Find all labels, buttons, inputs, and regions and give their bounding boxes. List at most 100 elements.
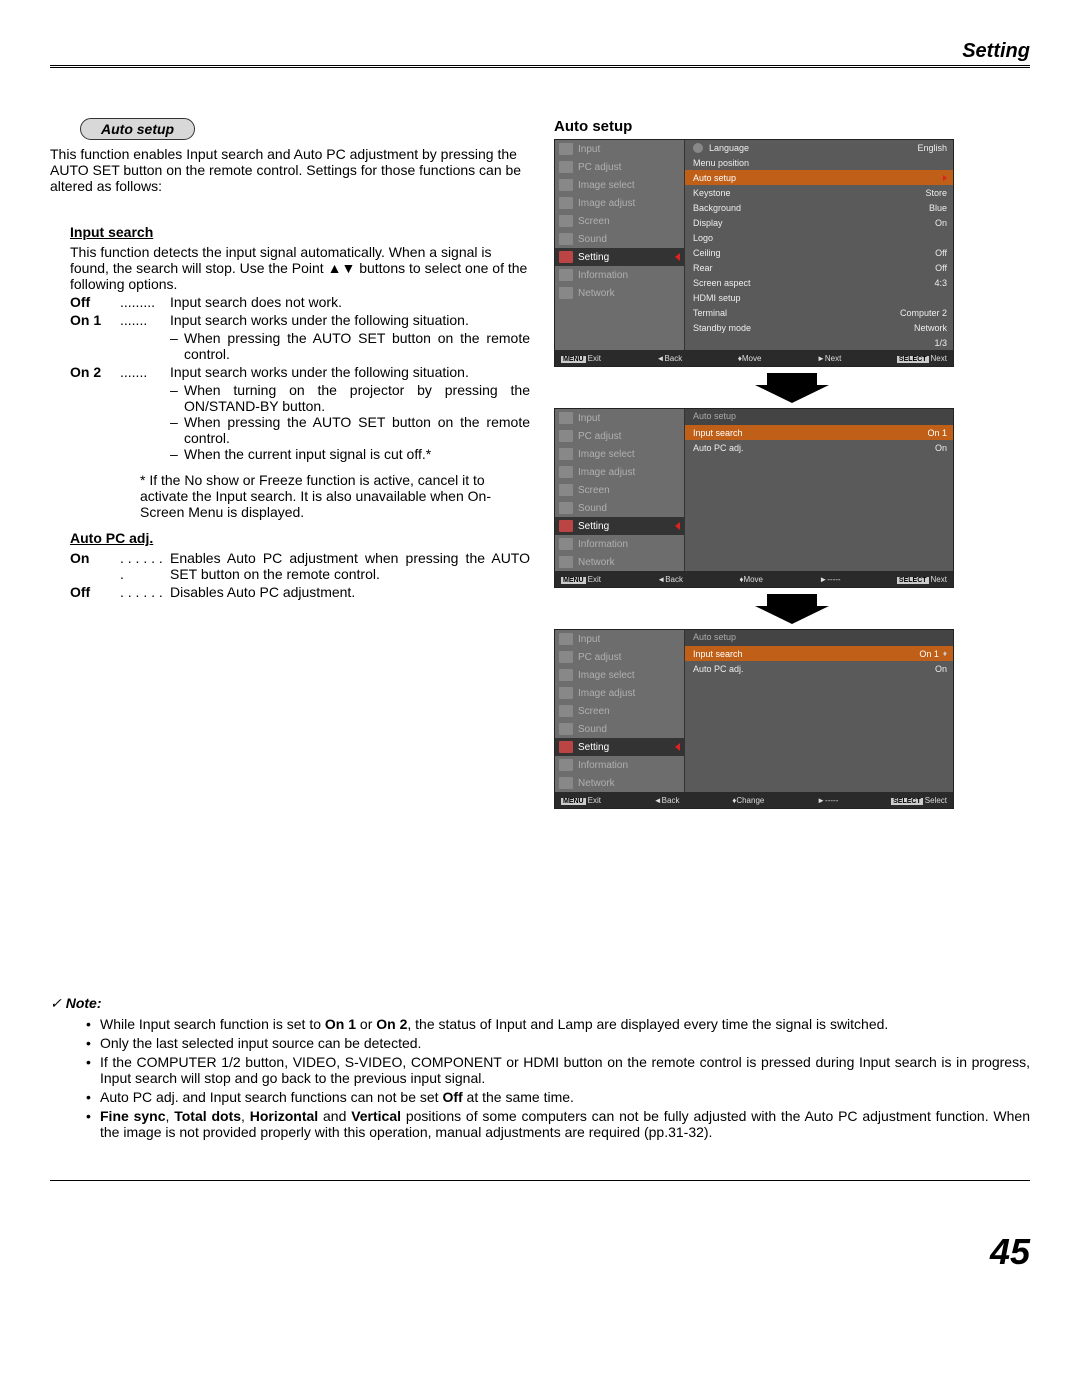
page-header: Setting — [50, 40, 1030, 68]
detail-row[interactable]: TerminalComputer 2 — [685, 305, 953, 320]
osd-footer: MENUExit ◄Back ♦Move ►----- SELECTNext — [555, 571, 953, 587]
menu-item[interactable]: Information — [555, 535, 684, 553]
menu-item[interactable]: Screen — [555, 212, 684, 230]
opt-dots: . . . . . . . — [120, 550, 170, 582]
menu-item[interactable]: Image select — [555, 666, 684, 684]
note-item: •Only the last selected input source can… — [86, 1035, 1030, 1051]
menu-item-icon — [559, 633, 573, 645]
menu-item[interactable]: Information — [555, 266, 684, 284]
menu-item-icon — [559, 430, 573, 442]
detail-row[interactable]: LanguageEnglish — [685, 140, 953, 155]
menu-item-label: Sound — [578, 724, 680, 735]
note-head-text: Note: — [66, 995, 102, 1011]
menu-item[interactable]: Setting — [555, 738, 684, 756]
opt-val: Enables Auto PC adjustment when pressing… — [170, 550, 530, 582]
menu-item[interactable]: Sound — [555, 720, 684, 738]
menu-item-label: Image adjust — [578, 467, 680, 478]
menu-item[interactable]: Input — [555, 409, 684, 427]
detail-value: On — [935, 664, 947, 674]
opt-dots: ....... — [120, 312, 170, 328]
right-heading: Auto setup — [554, 118, 1030, 135]
footer-back: Back — [662, 796, 680, 805]
menu-item[interactable]: Network — [555, 284, 684, 302]
menu-item[interactable]: Input — [555, 630, 684, 648]
menu-item[interactable]: Information — [555, 756, 684, 774]
menu-item-icon — [559, 287, 573, 299]
detail-label: Terminal — [693, 308, 894, 318]
menu-item[interactable]: Image adjust — [555, 463, 684, 481]
detail-row[interactable]: Rear Off — [685, 260, 953, 275]
menu-item-label: Setting — [578, 521, 675, 532]
opt-dots: . . . . . . — [120, 584, 170, 600]
menu-item-icon — [559, 448, 573, 460]
detail-label: Auto setup — [693, 173, 931, 183]
detail-row[interactable]: KeystoneStore — [685, 185, 953, 200]
menu-item[interactable]: Sound — [555, 499, 684, 517]
menu-item[interactable]: Image adjust — [555, 684, 684, 702]
detail-label: Rear — [693, 263, 929, 273]
menu-item[interactable]: Screen — [555, 702, 684, 720]
menu-item[interactable]: Image adjust — [555, 194, 684, 212]
detail-row[interactable]: Logo — [685, 230, 953, 245]
menu-item[interactable]: Setting — [555, 517, 684, 535]
globe-icon — [693, 143, 703, 153]
menu-item-icon — [559, 723, 573, 735]
osd-screenshot-1: InputPC adjustImage select Image adjust Sc… — [554, 139, 954, 367]
detail-label: Menu position — [693, 158, 941, 168]
detail-row[interactable]: BackgroundBlue — [685, 200, 953, 215]
menu-item-icon — [559, 759, 573, 771]
detail-row[interactable]: Input searchOn 1♦ — [685, 646, 953, 661]
detail-row[interactable]: 1/3 — [685, 335, 953, 350]
menu-item[interactable]: Network — [555, 774, 684, 792]
detail-row[interactable]: CeilingOff — [685, 245, 953, 260]
dash-icon: – — [170, 414, 184, 446]
menu-item-label: Information — [578, 539, 680, 550]
menu-item-label: Network — [578, 778, 680, 789]
menu-item-label: Sound — [578, 503, 680, 514]
detail-row[interactable]: Auto setup — [685, 170, 953, 185]
footer-back: Back — [665, 575, 683, 584]
menu-item-label: Image adjust — [578, 198, 680, 209]
menu-item-icon — [559, 143, 573, 155]
detail-row[interactable]: HDMI setup — [685, 290, 953, 305]
detail-value: 4:3 — [934, 278, 947, 288]
right-column: Auto setup InputPC adjustImage selectIma… — [554, 118, 1030, 815]
osd-footer: MENUExit ◄Back ♦Move ►Next SELECTNext — [555, 350, 953, 366]
menu-item-icon — [559, 669, 573, 681]
detail-row[interactable]: Auto PC adj.On — [685, 661, 953, 676]
bullet-icon: • — [86, 1089, 100, 1105]
menu-item[interactable]: PC adjust — [555, 648, 684, 666]
left-column: Auto setup This function enables Input s… — [50, 118, 530, 815]
note-item: •Fine sync, Total dots, Horizontal and V… — [86, 1108, 1030, 1140]
detail-value: Blue — [929, 203, 947, 213]
detail-row[interactable]: Input searchOn 1 — [685, 425, 953, 440]
detail-label: Keystone — [693, 188, 919, 198]
menu-item-icon — [559, 179, 573, 191]
detail-row[interactable]: DisplayOn — [685, 215, 953, 230]
opt-key: Off — [70, 584, 120, 600]
menu-item-label: Information — [578, 270, 680, 281]
menu-item[interactable]: PC adjust — [555, 158, 684, 176]
menu-item[interactable]: Network — [555, 553, 684, 571]
menu-item[interactable]: PC adjust — [555, 427, 684, 445]
auto-pc-title: Auto PC adj. — [70, 530, 530, 546]
menu-item[interactable]: Setting — [555, 248, 684, 266]
select-badge: SELECT — [897, 356, 929, 363]
osd-subheader: Auto setup — [685, 409, 953, 425]
menu-item[interactable]: Sound — [555, 230, 684, 248]
detail-value: On 1 — [919, 649, 939, 659]
detail-row[interactable]: Auto PC adj.On — [685, 440, 953, 455]
menu-item[interactable]: Image select — [555, 176, 684, 194]
note-item: •If the COMPUTER 1/2 button, VIDEO, S-VI… — [86, 1054, 1030, 1086]
input-search-desc: This function detects the input signal a… — [70, 244, 530, 292]
menu-item[interactable]: Screen — [555, 481, 684, 499]
menu-item[interactable]: Image select — [555, 445, 684, 463]
menu-item[interactable]: Input — [555, 140, 684, 158]
detail-row[interactable]: Menu position — [685, 155, 953, 170]
detail-row[interactable]: Screen aspect4:3 — [685, 275, 953, 290]
sub-text: When turning on the projector by pressin… — [184, 382, 530, 414]
intro-text: This function enables Input search and A… — [50, 146, 530, 194]
detail-row[interactable]: Standby modeNetwork — [685, 320, 953, 335]
detail-label: Language — [709, 143, 911, 153]
detail-value: Off — [935, 263, 947, 273]
